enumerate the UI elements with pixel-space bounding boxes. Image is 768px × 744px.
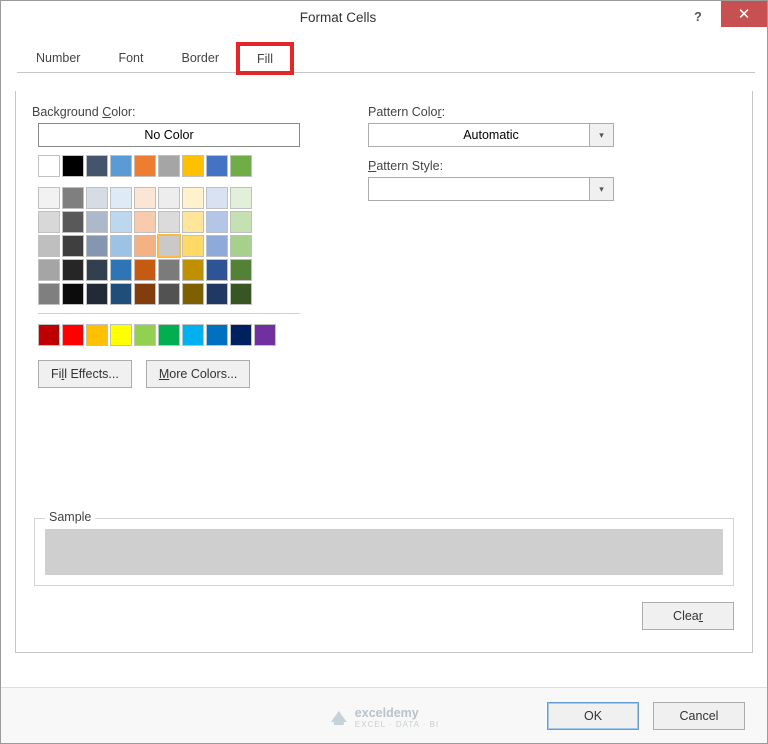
color-swatch[interactable]	[134, 187, 156, 209]
color-swatch[interactable]	[62, 211, 84, 233]
color-swatch[interactable]	[230, 283, 252, 305]
color-swatch[interactable]	[62, 187, 84, 209]
color-swatch[interactable]	[86, 187, 108, 209]
color-swatch[interactable]	[158, 283, 180, 305]
color-swatch[interactable]	[230, 259, 252, 281]
color-swatch[interactable]	[62, 324, 84, 346]
color-swatch[interactable]	[86, 283, 108, 305]
color-swatch[interactable]	[86, 259, 108, 281]
color-swatch[interactable]	[38, 187, 60, 209]
tab-fill[interactable]: Fill	[238, 44, 292, 73]
dialog-title: Format Cells	[1, 10, 675, 25]
pattern-color-dropdown[interactable]: Automatic ▾	[368, 123, 614, 147]
color-swatch[interactable]	[134, 259, 156, 281]
fill-effects-button[interactable]: Fill Effects...	[38, 360, 132, 388]
color-swatch[interactable]	[206, 211, 228, 233]
color-swatch[interactable]	[110, 283, 132, 305]
color-swatch[interactable]	[230, 235, 252, 257]
color-swatch[interactable]	[62, 283, 84, 305]
sample-preview	[45, 529, 723, 575]
color-swatch[interactable]	[86, 211, 108, 233]
color-swatch[interactable]	[158, 155, 180, 177]
color-swatch[interactable]	[230, 187, 252, 209]
pattern-style-dropdown[interactable]: ▾	[368, 177, 614, 201]
fill-panel: Background Color: No Color	[15, 91, 753, 653]
color-swatch[interactable]	[254, 324, 276, 346]
no-color-button[interactable]: No Color	[38, 123, 300, 147]
background-color-label: Background Color:	[32, 105, 300, 119]
color-swatch[interactable]	[206, 283, 228, 305]
tab-strip: Number Font Border Fill	[17, 43, 755, 73]
color-swatch[interactable]	[182, 211, 204, 233]
color-swatch[interactable]	[38, 324, 60, 346]
color-swatch[interactable]	[38, 283, 60, 305]
color-swatch[interactable]	[110, 235, 132, 257]
color-swatch[interactable]	[38, 211, 60, 233]
color-swatch[interactable]	[182, 324, 204, 346]
palette-separator	[38, 313, 300, 314]
color-swatch[interactable]	[206, 155, 228, 177]
color-swatch[interactable]	[110, 259, 132, 281]
ok-button[interactable]: OK	[547, 702, 639, 730]
pattern-color-value: Automatic	[463, 128, 519, 142]
color-swatch[interactable]	[86, 235, 108, 257]
color-swatch[interactable]	[134, 155, 156, 177]
color-swatch[interactable]	[206, 259, 228, 281]
color-swatch[interactable]	[158, 324, 180, 346]
pattern-color-label: Pattern Color:	[368, 105, 614, 119]
color-swatch[interactable]	[182, 259, 204, 281]
color-swatch[interactable]	[230, 211, 252, 233]
color-swatch[interactable]	[134, 235, 156, 257]
color-swatch[interactable]	[158, 259, 180, 281]
color-swatch[interactable]	[182, 235, 204, 257]
color-swatch[interactable]	[182, 283, 204, 305]
color-swatch[interactable]	[86, 155, 108, 177]
color-swatch[interactable]	[110, 155, 132, 177]
standard-color-palette	[38, 324, 300, 346]
dialog-footer: exceldemy EXCEL · DATA · BI OK Cancel	[1, 687, 767, 743]
color-swatch[interactable]	[62, 155, 84, 177]
color-swatch[interactable]	[38, 155, 60, 177]
tab-font[interactable]: Font	[99, 43, 162, 72]
color-swatch[interactable]	[158, 211, 180, 233]
color-swatch[interactable]	[110, 211, 132, 233]
chevron-down-icon: ▾	[589, 124, 613, 146]
color-swatch[interactable]	[110, 187, 132, 209]
cancel-button[interactable]: Cancel	[653, 702, 745, 730]
color-swatch[interactable]	[110, 324, 132, 346]
pattern-style-label: Pattern Style:	[368, 159, 614, 173]
chevron-down-icon: ▾	[589, 178, 613, 200]
color-swatch[interactable]	[38, 235, 60, 257]
sample-group: Sample	[34, 518, 734, 586]
color-swatch[interactable]	[206, 324, 228, 346]
clear-button[interactable]: Clear	[642, 602, 734, 630]
color-swatch[interactable]	[62, 259, 84, 281]
close-button[interactable]: ✕	[721, 1, 767, 27]
color-swatch[interactable]	[230, 324, 252, 346]
tab-number[interactable]: Number	[17, 43, 99, 72]
watermark-logo: exceldemy EXCEL · DATA · BI	[329, 706, 439, 729]
titlebar: Format Cells ? ✕	[1, 1, 767, 33]
color-swatch[interactable]	[86, 324, 108, 346]
more-colors-button[interactable]: More Colors...	[146, 360, 251, 388]
color-swatch[interactable]	[158, 235, 180, 257]
help-button[interactable]: ?	[675, 4, 721, 30]
color-swatch[interactable]	[134, 211, 156, 233]
color-swatch[interactable]	[230, 155, 252, 177]
format-cells-dialog: Format Cells ? ✕ Number Font Border Fill…	[0, 0, 768, 744]
color-swatch[interactable]	[134, 283, 156, 305]
color-swatch[interactable]	[38, 259, 60, 281]
sample-label: Sample	[45, 510, 95, 524]
color-swatch[interactable]	[206, 187, 228, 209]
color-swatch[interactable]	[182, 155, 204, 177]
color-swatch[interactable]	[134, 324, 156, 346]
theme-color-palette	[38, 155, 300, 305]
color-swatch[interactable]	[206, 235, 228, 257]
tab-border[interactable]: Border	[162, 43, 238, 72]
color-swatch[interactable]	[158, 187, 180, 209]
color-swatch[interactable]	[182, 187, 204, 209]
color-swatch[interactable]	[62, 235, 84, 257]
